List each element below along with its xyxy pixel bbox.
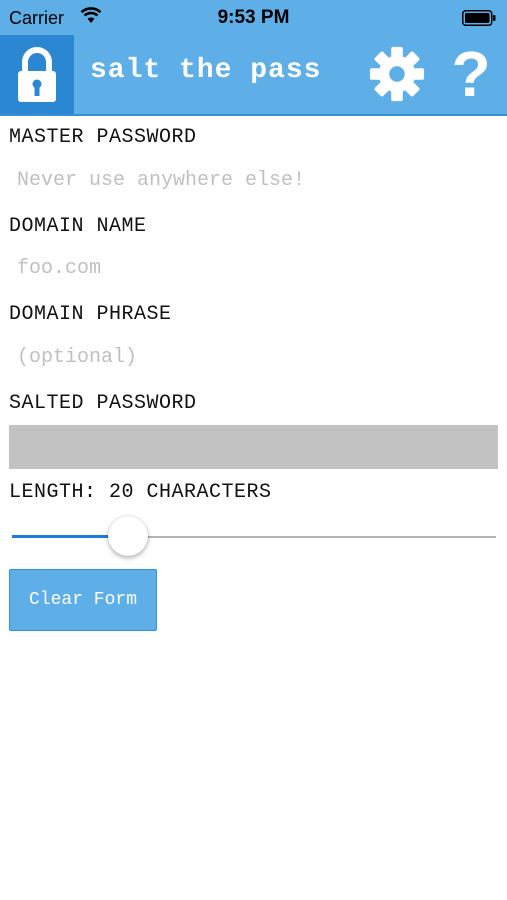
header-divider: [0, 114, 507, 116]
slider-track-empty: [128, 536, 496, 538]
help-icon[interactable]: ?: [446, 39, 496, 109]
domain-name-input[interactable]: [9, 246, 497, 290]
gear-icon[interactable]: [368, 45, 426, 103]
domain-phrase-input[interactable]: [9, 335, 497, 379]
clear-form-button[interactable]: Clear Form: [9, 569, 157, 631]
salted-password-label: SALTED PASSWORD: [9, 392, 197, 415]
app-header: salt the pass ?: [0, 35, 507, 114]
length-label: LENGTH: 20 CHARACTERS: [9, 481, 272, 504]
length-slider[interactable]: [12, 516, 496, 556]
slider-thumb[interactable]: [108, 516, 148, 556]
status-bar: Carrier 9:53 PM: [0, 0, 507, 35]
salted-password-output[interactable]: [9, 425, 498, 469]
master-password-label: MASTER PASSWORD: [9, 126, 197, 149]
master-password-input[interactable]: [9, 158, 497, 202]
status-time: 9:53 PM: [217, 7, 290, 28]
app-title: salt the pass: [90, 55, 322, 86]
lock-icon: [18, 46, 56, 102]
battery-icon: [462, 10, 496, 26]
lock-button[interactable]: [0, 35, 74, 114]
domain-phrase-label: DOMAIN PHRASE: [9, 303, 172, 326]
domain-name-label: DOMAIN NAME: [9, 215, 147, 238]
